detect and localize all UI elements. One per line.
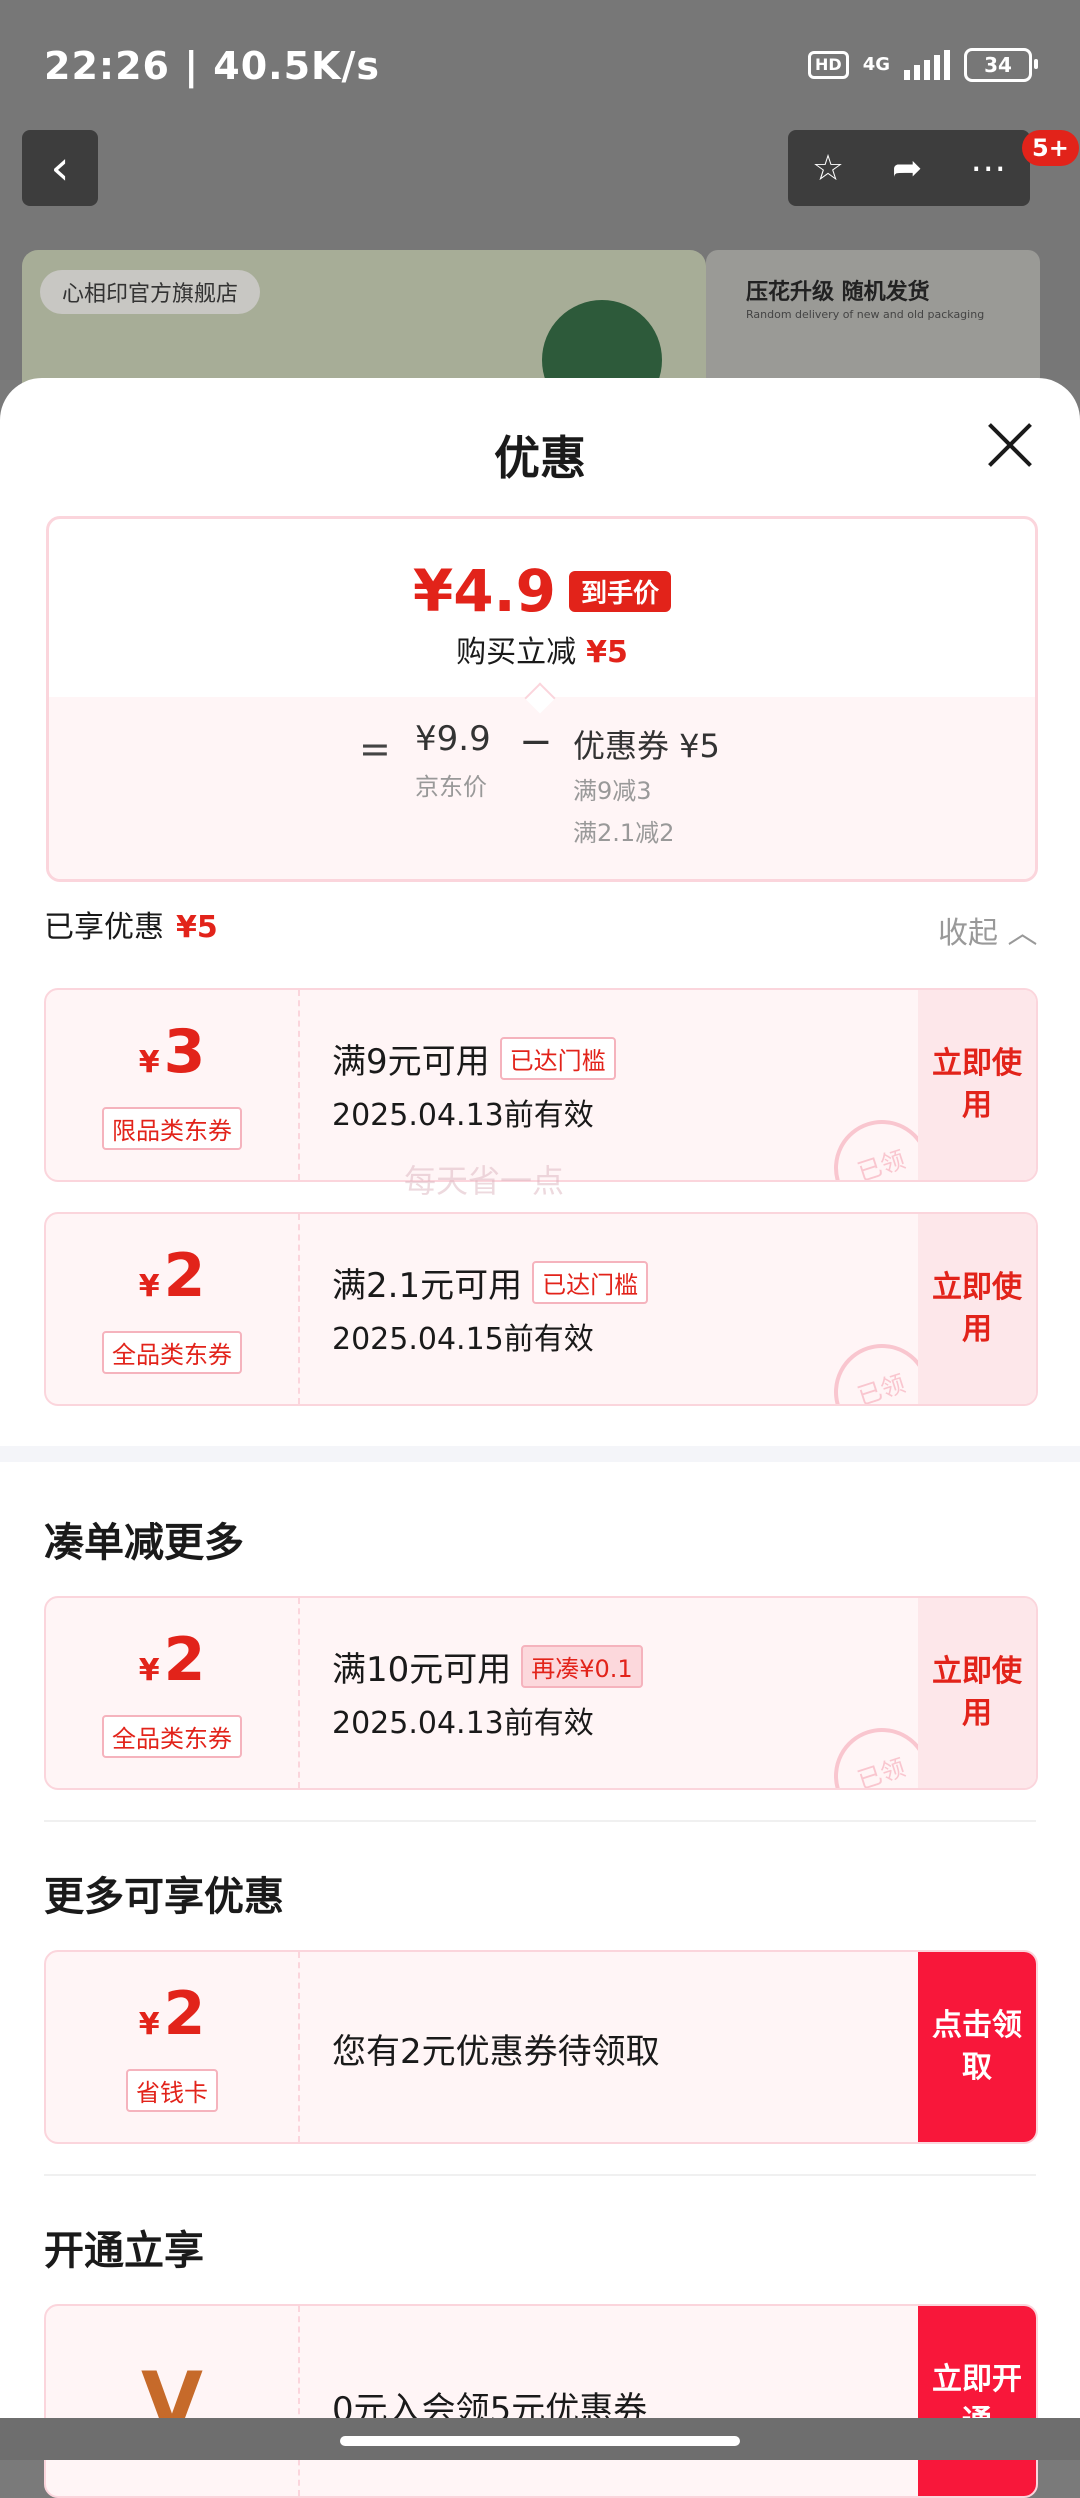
status-time: 22:26 | 40.5K/s [44,44,380,88]
more-icon[interactable]: ⋯ [970,148,1006,189]
signal-icon [904,50,950,80]
use-now-button[interactable]: 立即使用 [918,1214,1036,1404]
coupon-amount-panel: ¥2 全品类东券 [46,1214,300,1404]
coupon-status-tag: 已达门槛 [532,1261,649,1304]
notification-badge: 5+ [1022,130,1079,166]
jd-price: ¥9.9 [415,719,491,759]
section-divider [0,1446,1080,1462]
coupon-kind: 限品类东券 [102,1107,242,1150]
coupon-card: ¥3 限品类东券 满9元可用 已达门槛 2025.04.13前有效 已领 立即使用 [44,988,1038,1182]
claim-button[interactable]: 点击领取 [918,1952,1036,2142]
savings-card: ¥2 省钱卡 您有2元优惠券待领取 点击领取 [44,1950,1038,2144]
final-price: ¥4.9 [412,557,556,625]
coupon-amount: ¥2 [138,1625,206,1695]
savings-text: 您有2元优惠券待领取 [332,2032,660,2072]
collapse-button[interactable]: 收起 ︿ [938,908,1038,952]
coupon-condition: 满2.1元可用 已达门槛 [332,1258,649,1307]
coupon-amount: ¥2 [138,1979,206,2049]
enjoyed-summary: 已享优惠 ¥5 [44,902,218,946]
coupon-validity: 2025.04.15前有效 [332,1322,594,1357]
membership-card: V 0元入会领5元优惠券 立即开通 [44,2304,1038,2498]
sheet-title: 优惠 [494,431,586,485]
enjoyed-label: 已享优惠 [44,910,164,945]
coupon-amount-panel: ¥3 限品类东券 [46,990,300,1180]
share-icon[interactable]: ➦ [892,148,922,189]
section-title-more: 凑单减更多 [44,1520,244,1566]
membership-logo-panel: V [46,2306,300,2496]
price-card: ¥4.9 到手价 购买立减 ¥5 = ¥9.9 京东价 − 优惠券 ¥5 满9减3… [46,516,1038,882]
home-indicator[interactable] [340,2436,740,2446]
section-title-extra: 更多可享优惠 [44,1874,284,1920]
jd-price-label: 京东价 [415,773,487,801]
use-now-button[interactable]: 立即使用 [918,1598,1036,1788]
final-price-row: ¥4.9 到手价 [49,557,1035,625]
coupon-rule: 满2.1减2 [573,819,675,847]
discount-sheet: 优惠 ¥4.9 到手价 购买立减 ¥5 = ¥9.9 京东价 − 优惠券 ¥5 满… [0,378,1080,2498]
coupon-status-tag: 再凑¥0.1 [521,1645,643,1688]
reduce-value: ¥5 [586,635,628,670]
open-now-button[interactable]: 立即开通 [918,2306,1036,2496]
store-name: 心相印官方旗舰店 [40,270,261,314]
watermark: 每天省一点 [404,1162,565,1200]
network-type: 4G [862,54,890,75]
section-title-open: 开通立享 [44,2228,204,2274]
battery-icon: 34 [964,48,1038,82]
coupon-card: ¥2 全品类东券 满2.1元可用 已达门槛 2025.04.15前有效 已领 立即… [44,1212,1038,1406]
coupon-card: ¥2 全品类东券 满10元可用 再凑¥0.1 2025.04.13前有效 已领 立… [44,1596,1038,1790]
chevron-up-icon: ︿ [1007,916,1038,951]
coupon-rule: 满9减3 [573,777,652,805]
equals-sign: = [359,727,391,771]
side-ad-subtitle: Random delivery of new and old packaging [746,308,985,321]
coupon-amount-panel: ¥2 全品类东券 [46,1598,300,1788]
divider [44,1820,1036,1822]
coupon-validity: 2025.04.13前有效 [332,1706,594,1741]
coupon-amount: ¥2 [138,1241,206,1311]
hd-icon: HD [808,51,849,79]
coupon-kind: 全品类东券 [102,1331,242,1374]
coupon-validity: 2025.04.13前有效 [332,1098,594,1133]
coupon-amount-panel: ¥2 省钱卡 [46,1952,300,2142]
coupon-condition: 满10元可用 再凑¥0.1 [332,1642,643,1691]
top-toolbar: ☆ ➦ ⋯ [788,130,1030,206]
status-bar: 22:26 | 40.5K/s HD 4G 34 [0,0,1080,130]
back-button[interactable]: ‹ [22,130,98,206]
coupon-amount: ¥3 [138,1017,206,1087]
favorite-icon[interactable]: ☆ [812,148,844,189]
divider [44,2174,1036,2176]
collapse-label: 收起 [938,916,998,951]
reduce-row: 购买立减 ¥5 [49,627,1035,671]
home-indicator-bar [0,2418,1080,2460]
side-ad-title: 压花升级 随机发货 [746,280,930,305]
final-price-tag: 到手价 [569,570,672,612]
reduce-label: 购买立减 [456,635,577,670]
coupon-kind: 全品类东券 [102,1715,242,1758]
coupon-status-tag: 已达门槛 [499,1037,616,1080]
coupon-kind: 省钱卡 [126,2069,218,2112]
coupon-condition: 满9元可用 已达门槛 [332,1034,616,1083]
close-icon[interactable] [988,422,1032,466]
use-now-button[interactable]: 立即使用 [918,990,1036,1180]
enjoyed-value: ¥5 [176,910,218,945]
minus-sign: − [519,719,553,765]
coupon-total: 优惠券 ¥5 [573,727,720,765]
